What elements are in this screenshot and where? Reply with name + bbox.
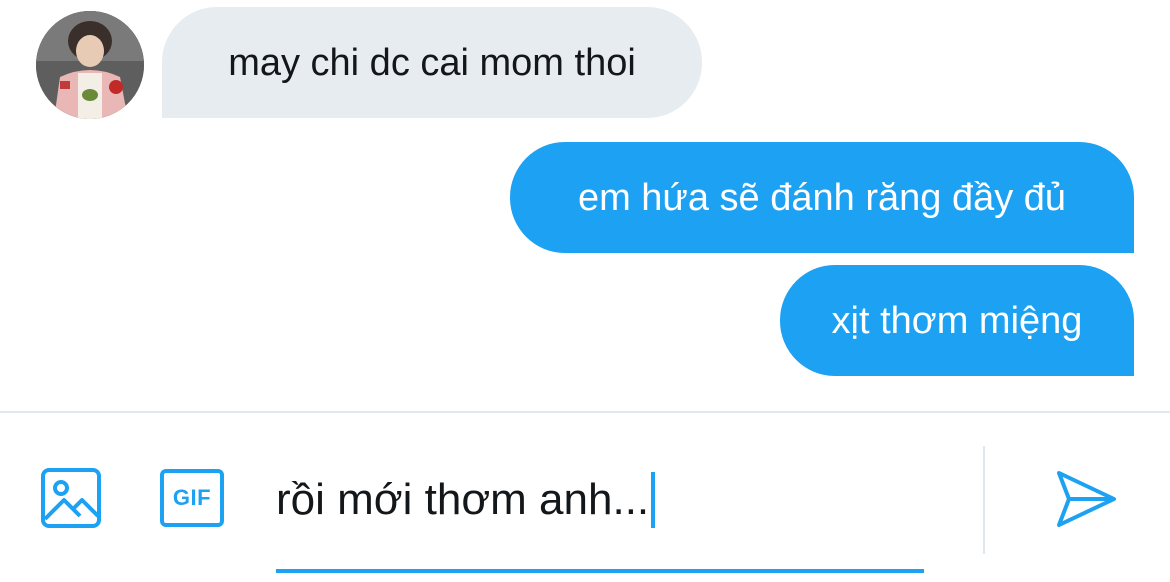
message-text: em hứa sẽ đánh răng đầy đủ — [577, 176, 1067, 219]
composer-divider — [0, 411, 1170, 413]
add-image-button[interactable] — [38, 465, 104, 531]
message-input-value: rồi mới thơm anh... — [276, 475, 650, 524]
send-icon — [1057, 471, 1116, 527]
message-input[interactable]: rồi mới thơm anh... — [276, 460, 924, 540]
text-caret — [651, 472, 656, 528]
dm-conversation-screen: may chi dc cai mom thoi em hứa sẽ đánh r… — [0, 0, 1170, 582]
message-text: may chi dc cai mom thoi — [228, 41, 636, 84]
send-button[interactable] — [1050, 467, 1122, 531]
message-bubble-received[interactable]: may chi dc cai mom thoi — [162, 7, 702, 118]
gif-label: GIF — [172, 485, 212, 510]
gif-icon: GIF — [160, 469, 224, 527]
add-gif-button[interactable]: GIF — [158, 467, 226, 529]
avatar[interactable] — [36, 11, 144, 119]
message-input-underline — [276, 569, 924, 573]
avatar-photo — [36, 11, 144, 119]
send-separator — [983, 446, 985, 554]
image-icon — [41, 468, 101, 528]
message-bubble-sent[interactable]: em hứa sẽ đánh răng đầy đủ — [510, 142, 1134, 253]
message-bubble-sent[interactable]: xịt thơm miệng — [780, 265, 1134, 376]
message-text: xịt thơm miệng — [831, 299, 1083, 342]
